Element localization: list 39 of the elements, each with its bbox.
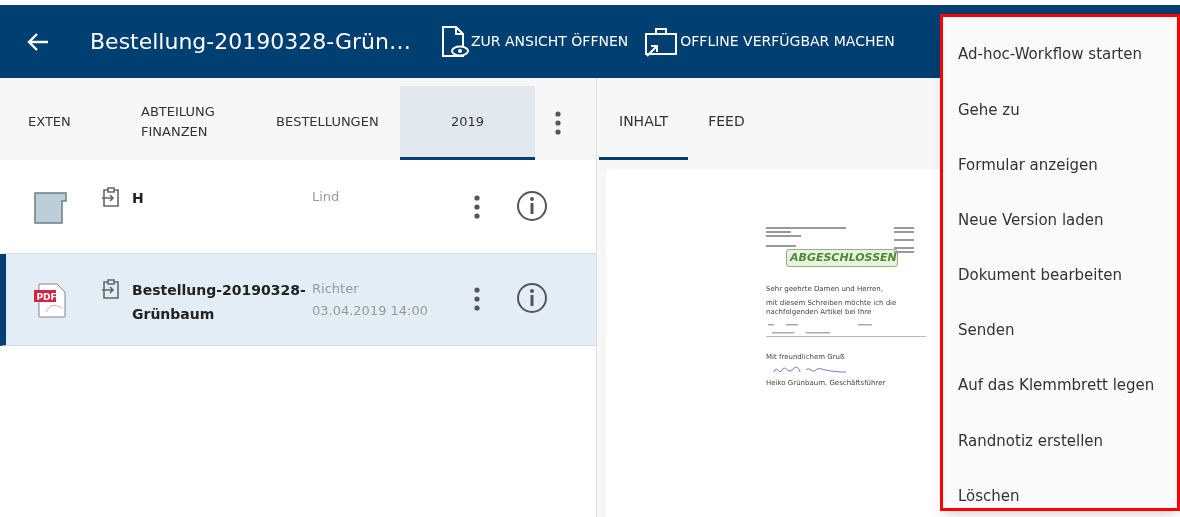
- document-name: Bestellung-20190328-Grünbaum: [132, 281, 307, 324]
- content-tab[interactable]: INHALT: [599, 86, 689, 160]
- checkout-icon: [102, 278, 122, 300]
- document-eye-icon: [440, 25, 469, 58]
- more-vertical-icon: [474, 287, 480, 311]
- more-vertical-icon: [555, 111, 561, 135]
- menu-item[interactable]: Senden: [943, 302, 1177, 359]
- document-row[interactable]: PDF Bestellung-20190328-Grünbaum Richter 03.04.2019 14:00: [0, 254, 596, 346]
- more-vertical-icon: [474, 195, 480, 219]
- date-text: 03.04.2019 14:00: [312, 302, 430, 320]
- briefcase-arrow-icon: [644, 26, 679, 57]
- menu-item[interactable]: Dokument bearbeiten: [943, 247, 1177, 303]
- breadcrumb-tab[interactable]: 2019: [400, 86, 535, 160]
- menu-item[interactable]: Löschen: [943, 468, 1177, 517]
- menu-item[interactable]: Ad-hoc-Workflow starten: [943, 27, 1177, 83]
- info-button[interactable]: [516, 282, 548, 314]
- breadcrumb-tab[interactable]: BESTELLUNGEN: [260, 86, 400, 160]
- content-tab[interactable]: FEED: [688, 86, 765, 160]
- info-icon: [516, 282, 548, 314]
- info-icon: [516, 190, 548, 222]
- menu-item[interactable]: Gehe zu: [943, 82, 1177, 138]
- document-name: H: [132, 189, 145, 208]
- info-button[interactable]: [516, 190, 548, 222]
- back-arrow-icon: [27, 31, 49, 52]
- menu-item[interactable]: Auf das Klemmbrett legen: [943, 358, 1177, 414]
- menu-item[interactable]: Formular anzeigen: [943, 137, 1177, 193]
- author-text: Richter: [312, 280, 360, 298]
- folder-icon: [34, 191, 68, 224]
- menu-item[interactable]: Randnotiz erstellen: [943, 413, 1177, 469]
- menu-item[interactable]: Neue Version laden: [943, 192, 1177, 248]
- breadcrumb-tab[interactable]: ABTEILUNG FINANZEN: [125, 86, 260, 160]
- checkout-icon: [102, 186, 122, 208]
- toolbar-action[interactable]: ZUR ANSICHT ÖFFNEN: [440, 25, 629, 58]
- author-text: Lind: [312, 188, 341, 206]
- status-stamp: ABGESCHLOSSEN: [786, 249, 898, 267]
- toolbar-action[interactable]: OFFLINE VERFÜGBAR MACHEN: [644, 26, 895, 57]
- breadcrumb-tab[interactable]: EXTEN: [0, 86, 125, 160]
- document-title: Bestellung-20190328-Grün…: [90, 28, 411, 56]
- document-page-icon: [38, 283, 66, 317]
